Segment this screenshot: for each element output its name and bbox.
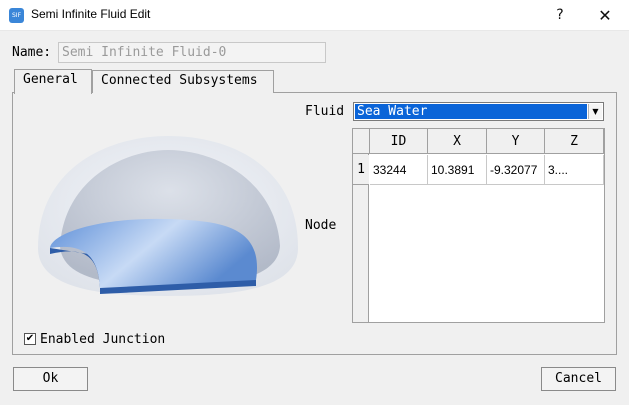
fluid-selected-value: Sea Water xyxy=(355,104,587,119)
fluid-dropdown[interactable]: Sea Water ▼ xyxy=(353,102,604,121)
column-header-id[interactable]: ID xyxy=(370,129,428,154)
name-field[interactable] xyxy=(58,42,326,63)
grid-corner xyxy=(353,129,370,154)
node-grid[interactable]: ID X Y Z 1 33244 10.3891 -9.32077 3.... xyxy=(352,128,605,323)
app-icon: SIF xyxy=(9,8,24,23)
cell-y[interactable]: -9.32077 xyxy=(487,155,545,185)
column-header-z[interactable]: Z xyxy=(545,129,604,154)
window-title: Semi Infinite Fluid Edit xyxy=(31,7,151,21)
cancel-button[interactable]: Cancel xyxy=(541,367,616,391)
title-bar: SIF Semi Infinite Fluid Edit ? ✕ xyxy=(0,0,629,31)
enabled-junction-checkbox[interactable]: ✔ xyxy=(24,333,36,345)
row-number[interactable]: 1 xyxy=(353,155,369,185)
tab-connected-subsystems[interactable]: Connected Subsystems xyxy=(92,70,274,93)
semi-infinite-fluid-illustration xyxy=(38,136,298,296)
node-label: Node xyxy=(305,218,337,233)
name-label: Name: xyxy=(12,45,52,60)
column-header-x[interactable]: X xyxy=(428,129,487,154)
help-button[interactable]: ? xyxy=(537,0,583,31)
ok-button[interactable]: Ok xyxy=(13,367,88,391)
fluid-label: Fluid xyxy=(305,104,345,119)
tab-general[interactable]: General xyxy=(14,69,92,94)
chevron-down-icon[interactable]: ▼ xyxy=(588,104,602,119)
cell-z[interactable]: 3.... xyxy=(545,155,604,185)
cell-x[interactable]: 10.3891 xyxy=(428,155,487,185)
enabled-junction-label[interactable]: Enabled Junction xyxy=(40,332,165,347)
close-button[interactable]: ✕ xyxy=(582,0,628,31)
cell-id[interactable]: 33244 xyxy=(370,155,428,185)
column-header-y[interactable]: Y xyxy=(487,129,545,154)
